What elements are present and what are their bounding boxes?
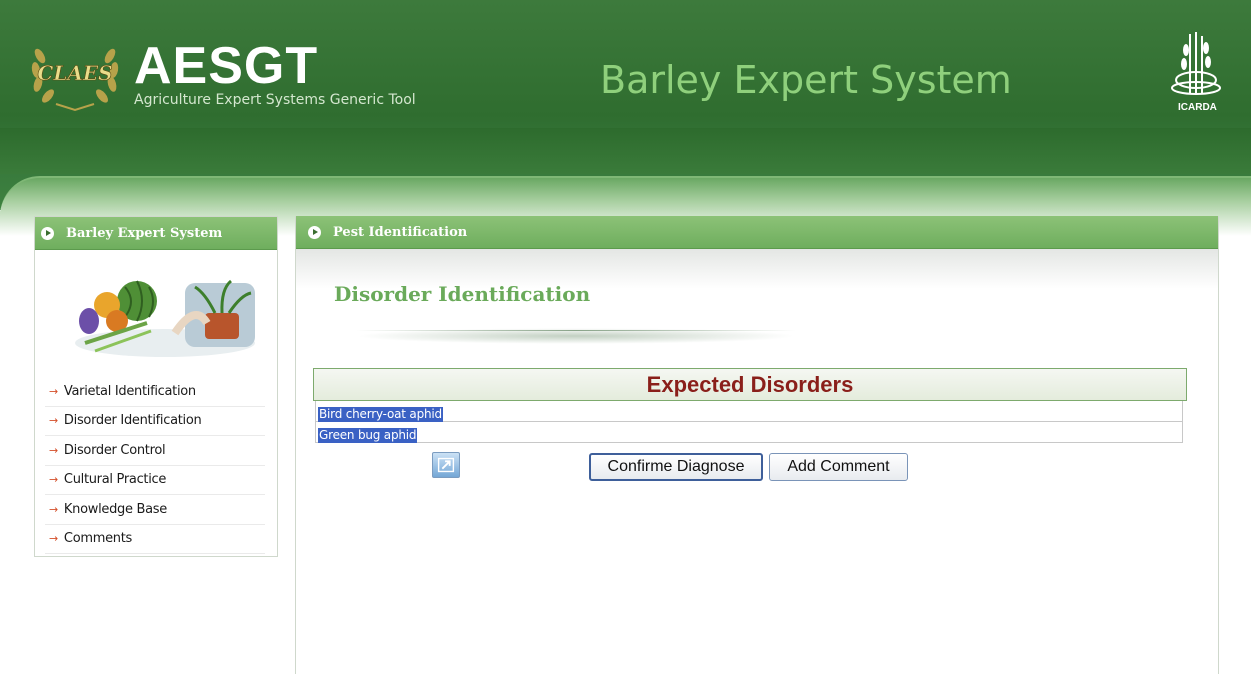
- main-panel-header: Pest Identification: [296, 216, 1218, 249]
- arrow-right-icon: →: [49, 384, 58, 398]
- list-item[interactable]: Bird cherry-oat aphid: [315, 401, 1183, 422]
- system-title: Barley Expert System: [600, 58, 1012, 102]
- results-header: Expected Disorders: [313, 368, 1187, 401]
- vegetables-illustration: [55, 273, 265, 363]
- list-item[interactable]: Green bug aphid: [315, 422, 1183, 443]
- sidebar-item-label: Cultural Practice: [63, 472, 167, 488]
- sidebar-item-label: Disorder Control: [63, 442, 166, 458]
- arrow-right-icon: →: [49, 532, 58, 546]
- main-panel: Pest Identification Disorder Identificat…: [295, 216, 1219, 674]
- app-name: AESGT: [134, 37, 319, 95]
- result-label: Green bug aphid: [318, 428, 418, 443]
- sidebar-nav: → Varietal Identification → Disorder Ide…: [45, 377, 265, 554]
- app-subtitle: Agriculture Expert Systems Generic Tool: [134, 92, 416, 108]
- claes-logo: CLAES: [31, 48, 119, 112]
- sidebar-item-comments[interactable]: → Comments: [45, 525, 265, 554]
- sidebar-title: Barley Expert System: [66, 225, 223, 241]
- page-title: Disorder Identification: [334, 282, 591, 306]
- expand-icon[interactable]: [432, 452, 460, 478]
- sidebar-item-knowledge-base[interactable]: → Knowledge Base: [45, 495, 265, 525]
- header: CLAES AESGT Agriculture Expert Systems G…: [0, 0, 1251, 236]
- sidebar-item-cultural-practice[interactable]: → Cultural Practice: [45, 466, 265, 495]
- icarda-label: ICARDA: [1178, 102, 1217, 113]
- arrow-right-icon: →: [49, 443, 58, 457]
- result-label: Bird cherry-oat aphid: [318, 407, 443, 422]
- confirm-diagnose-button[interactable]: Confirme Diagnose: [589, 453, 763, 481]
- sidebar-item-label: Comments: [63, 531, 132, 547]
- results-table: Expected Disorders Bird cherry-oat aphid…: [313, 368, 1187, 443]
- sidebar-item-label: Disorder Identification: [63, 413, 202, 429]
- sidebar-item-disorder-identification[interactable]: → Disorder Identification: [45, 407, 265, 436]
- svg-text:CLAES: CLAES: [37, 61, 112, 85]
- arrow-right-icon: →: [49, 502, 58, 516]
- header-band: [0, 128, 1251, 174]
- sidebar-item-label: Varietal Identification: [63, 383, 196, 399]
- panel-title: Pest Identification: [333, 224, 468, 240]
- page: CLAES AESGT Agriculture Expert Systems G…: [0, 0, 1251, 674]
- arrow-right-icon: →: [49, 414, 58, 428]
- sidebar-item-varietal-identification[interactable]: → Varietal Identification: [45, 377, 265, 407]
- sidebar-item-disorder-control[interactable]: → Disorder Control: [45, 436, 265, 466]
- arrow-right-icon: →: [49, 473, 58, 487]
- play-bullet-icon: [308, 225, 321, 239]
- play-bullet-icon: [41, 226, 54, 240]
- add-comment-button[interactable]: Add Comment: [769, 453, 908, 481]
- title-divider: [356, 328, 796, 344]
- sidebar: Barley Expert System → Varietal Identifi…: [34, 216, 278, 557]
- sidebar-item-label: Knowledge Base: [63, 501, 167, 517]
- sidebar-header: Barley Expert System: [35, 217, 277, 250]
